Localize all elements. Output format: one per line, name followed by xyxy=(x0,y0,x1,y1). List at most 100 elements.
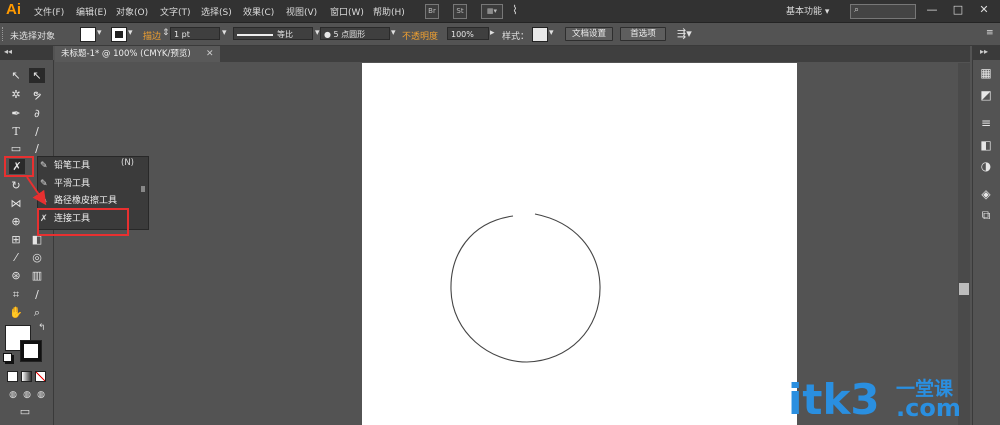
tools-panel-header[interactable]: ◂◂ xyxy=(0,46,53,60)
hand-tool-icon[interactable]: ✋ xyxy=(8,305,24,320)
transparency-panel-icon[interactable]: ◑ xyxy=(978,158,994,174)
chevron-down-icon[interactable]: ▾ xyxy=(549,28,554,38)
panel-dock-header[interactable]: ▸▸ xyxy=(972,46,1000,60)
draw-inside-icon[interactable]: ◍ xyxy=(33,388,49,403)
opacity-label[interactable]: 不透明度 xyxy=(402,29,438,42)
stroke-panel-icon[interactable]: ≡ xyxy=(978,115,994,131)
tearoff-handle[interactable] xyxy=(141,186,145,192)
menu-object[interactable]: 对象(O) xyxy=(116,5,148,18)
rectangle-tool-icon[interactable]: ▭ xyxy=(8,141,24,156)
document-setup-button[interactable]: 文档设置 xyxy=(565,27,613,41)
rotate-tool-icon[interactable]: ↻ xyxy=(8,178,24,193)
join-tool-highlight xyxy=(37,208,129,236)
flyout-shortcut: (N) xyxy=(121,158,134,168)
style-swatch[interactable] xyxy=(532,27,548,42)
stock-icon[interactable]: St xyxy=(453,4,467,19)
stroke-label[interactable]: 描边 xyxy=(143,29,161,42)
close-button[interactable]: ✕ xyxy=(974,2,994,18)
arrange-icon[interactable]: ⇶▾ xyxy=(677,27,692,40)
magic-wand-tool-icon[interactable]: ✲ xyxy=(8,87,24,102)
symbol-sprayer-tool-icon[interactable]: ⊛ xyxy=(8,268,24,283)
color-panel-icon[interactable]: ▦ xyxy=(978,65,994,81)
curvature-tool-icon[interactable]: ∂ xyxy=(29,106,45,121)
gpu-performance-icon[interactable]: ⌇ xyxy=(512,3,518,17)
chevron-down-icon[interactable]: ▾ xyxy=(391,28,396,38)
shape-builder-tool-icon[interactable]: ⊕ xyxy=(8,214,24,229)
workspace-switcher[interactable]: 基本功能 ▾ xyxy=(786,4,829,17)
path-eraser-icon: ✎ xyxy=(40,196,48,206)
artboard-tool-icon[interactable]: ⌗ xyxy=(8,287,24,302)
width-tool-icon[interactable]: ⋈ xyxy=(8,196,24,211)
color-mode-icon[interactable] xyxy=(7,371,18,382)
document-tab[interactable]: 未标题-1* @ 100% (CMYK/预览) xyxy=(55,46,220,62)
chevron-down-icon[interactable]: ▾ xyxy=(222,28,227,38)
menu-help[interactable]: 帮助(H) xyxy=(373,5,405,18)
menu-view[interactable]: 视图(V) xyxy=(286,5,317,18)
selection-tool-icon[interactable]: ↖ xyxy=(8,68,24,83)
collapse-icon[interactable]: ▸▸ xyxy=(980,47,988,56)
line-tool-icon[interactable]: ∕ xyxy=(29,124,45,139)
menu-select[interactable]: 选择(S) xyxy=(201,5,232,18)
menu-effect[interactable]: 效果(C) xyxy=(243,5,274,18)
pen-tool-icon[interactable]: ✒ xyxy=(8,106,24,121)
itk3-watermark: itk3 一堂课 .com xyxy=(788,375,961,420)
eyedropper-tool-icon[interactable]: ⁄ xyxy=(8,250,24,265)
menu-window[interactable]: 窗口(W) xyxy=(330,5,364,18)
none-mode-icon[interactable] xyxy=(35,371,46,382)
menu-edit[interactable]: 编辑(E) xyxy=(76,5,107,18)
stroke-weight-field[interactable]: 1 pt xyxy=(170,27,220,40)
search-input[interactable]: ⌕ xyxy=(850,4,916,19)
color-guide-icon[interactable]: ◩ xyxy=(978,87,994,103)
stroke-color-swatch[interactable] xyxy=(111,27,127,42)
restore-button[interactable]: □ xyxy=(948,2,968,18)
zoom-tool-icon[interactable]: ⌕ xyxy=(29,305,45,320)
slice-tool-icon[interactable]: ∕ xyxy=(29,287,45,302)
fill-color-swatch[interactable] xyxy=(80,27,96,42)
bridge-icon[interactable]: Br xyxy=(425,4,439,19)
menu-type[interactable]: 文字(T) xyxy=(160,5,191,18)
search-icon: ⌕ xyxy=(854,5,860,15)
stroke-swatch[interactable] xyxy=(20,340,42,362)
lasso-tool-icon[interactable]: ຯ xyxy=(29,87,45,102)
artboard[interactable] xyxy=(362,63,797,425)
flyout-item-smooth[interactable]: ✎ 平滑工具 xyxy=(40,176,140,192)
swap-colors-icon[interactable]: ↰ xyxy=(38,323,46,333)
screen-mode-icon[interactable]: ▭ xyxy=(17,404,33,419)
close-icon[interactable]: ✕ xyxy=(206,46,214,62)
chevron-down-icon[interactable]: ▾ xyxy=(128,28,133,38)
direct-selection-tool-icon[interactable]: ↖ xyxy=(29,68,45,83)
watermark-text: itk3 xyxy=(788,375,880,420)
paintbrush-tool-icon[interactable]: ∕ xyxy=(29,141,45,156)
type-tool-icon[interactable]: T xyxy=(8,124,24,139)
brush-dropdown[interactable]: ● 5 点圆形 xyxy=(320,27,390,40)
artboards-panel-icon[interactable]: ⧉ xyxy=(978,207,994,223)
gradient-mode-icon[interactable] xyxy=(21,371,32,382)
arrange-documents-icon[interactable]: ▦▾ xyxy=(481,4,503,19)
stepper-icon[interactable]: ⇕ xyxy=(162,28,170,38)
chevron-down-icon[interactable]: ▾ xyxy=(315,28,320,38)
smooth-icon: ✎ xyxy=(40,179,48,189)
collapse-icon[interactable]: ◂◂ xyxy=(4,47,12,56)
style-label: 样式： xyxy=(502,32,530,42)
stroke-profile-line xyxy=(237,33,273,36)
pencil-icon: ✎ xyxy=(40,161,48,171)
pencil-tool-highlight xyxy=(4,156,34,177)
blend-tool-icon[interactable]: ◎ xyxy=(29,250,45,265)
scrollbar-thumb[interactable] xyxy=(959,283,969,295)
menu-file[interactable]: 文件(F) xyxy=(34,5,64,18)
opacity-field[interactable]: 100% xyxy=(447,27,489,40)
panel-menu-icon[interactable]: ≡ xyxy=(986,28,994,38)
chevron-down-icon[interactable]: ▾ xyxy=(97,28,102,38)
perspective-grid-tool-icon[interactable]: ⊞ xyxy=(8,232,24,247)
gradient-panel-icon[interactable]: ◧ xyxy=(978,137,994,153)
app-logo: Ai xyxy=(6,1,21,18)
preferences-button[interactable]: 首选项 xyxy=(620,27,666,41)
stroke-profile-dropdown[interactable]: 等比 xyxy=(233,27,313,40)
chevron-right-icon[interactable]: ▸ xyxy=(490,28,495,38)
column-graph-tool-icon[interactable]: ▥ xyxy=(29,268,45,283)
minimize-button[interactable]: — xyxy=(922,2,942,18)
default-colors-icon[interactable] xyxy=(3,353,12,362)
flyout-item-path-eraser[interactable]: ✎ 路径橡皮擦工具 xyxy=(40,193,140,209)
selection-status: 未选择对象 xyxy=(10,32,56,42)
layers-panel-icon[interactable]: ◈ xyxy=(978,186,994,202)
